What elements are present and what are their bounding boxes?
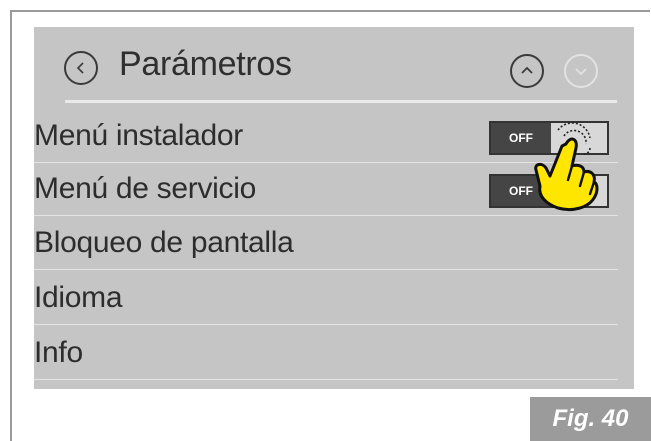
page-title: Parámetros [119, 45, 292, 83]
menu-row-info[interactable]: Info [34, 328, 618, 380]
menu-row-screen-lock[interactable]: Bloqueo de pantalla [34, 218, 618, 270]
row-label: Idioma [34, 281, 123, 314]
menu-row-language[interactable]: Idioma [34, 273, 618, 325]
header-divider [65, 100, 617, 103]
chevron-left-icon [76, 62, 84, 74]
back-button[interactable] [64, 51, 98, 85]
pointing-hand-icon [534, 122, 599, 212]
row-label: Menú de servicio [34, 172, 256, 205]
scroll-up-button[interactable] [510, 54, 544, 88]
row-label: Info [34, 336, 83, 369]
row-label: Menú instalador [34, 119, 243, 152]
row-label: Bloqueo de pantalla [34, 226, 294, 259]
chevron-down-icon [575, 68, 587, 76]
figure-caption: Fig. 40 [530, 397, 651, 441]
screen-header: Parámetros [34, 27, 634, 100]
tap-ripple-icon [557, 122, 591, 139]
scroll-down-button[interactable] [564, 54, 598, 88]
chevron-up-icon [521, 66, 533, 74]
